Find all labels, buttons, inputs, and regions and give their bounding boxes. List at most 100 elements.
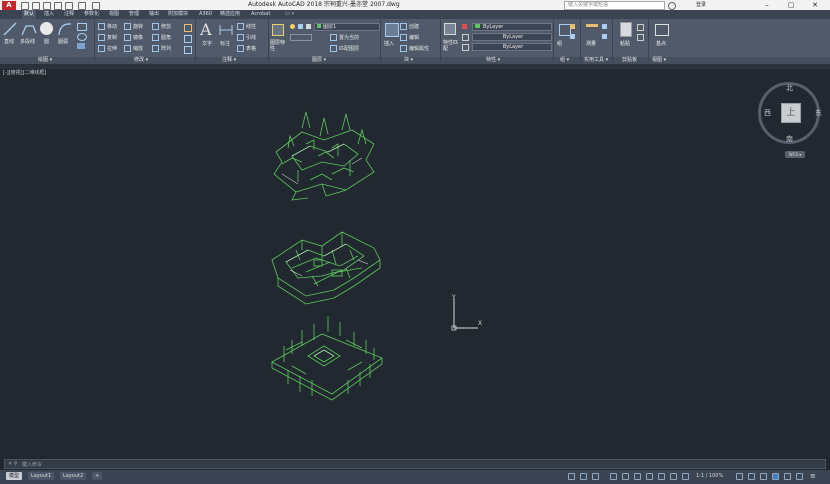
tab-insert[interactable]: 插入 (42, 10, 56, 19)
undo-icon[interactable] (78, 2, 86, 10)
cut-icon[interactable] (637, 24, 644, 31)
edit-attributes-button[interactable]: 编辑属性 (400, 45, 429, 52)
mirror-button[interactable]: 镜像 (124, 34, 143, 41)
insert-block-icon[interactable] (385, 23, 399, 37)
hatch-icon[interactable] (77, 43, 85, 49)
panel-label-view[interactable]: 视图 ▾ (652, 57, 666, 64)
isodraft-icon[interactable] (634, 473, 641, 480)
minimize-button[interactable]: – (758, 0, 776, 10)
color-dropdown[interactable]: ByLayer (472, 23, 552, 31)
rotate-button[interactable]: 旋转 (124, 23, 143, 30)
copy-clip-icon[interactable] (637, 34, 644, 41)
drawing-canvas[interactable] (262, 100, 392, 410)
linetype-dropdown[interactable]: ByLayer (472, 33, 552, 41)
object-snap-icon[interactable] (658, 473, 665, 480)
layer-freeze-icon[interactable] (298, 24, 303, 29)
lineweight-toggle-icon[interactable] (670, 473, 677, 480)
print-icon[interactable] (65, 2, 73, 10)
ellipse-icon[interactable] (77, 33, 87, 41)
edit-block-button[interactable]: 编辑 (400, 34, 419, 41)
search-input[interactable]: 键入关键字或短语 (564, 1, 665, 10)
viewport-controls[interactable]: [-][俯视][二维线框] (3, 69, 47, 76)
viewcube-west[interactable]: 西 (764, 108, 771, 118)
layout-tab-layout1[interactable]: Layout1 (28, 472, 55, 480)
panel-label-groups[interactable]: 组 ▾ (560, 57, 569, 64)
quick-select-icon[interactable] (602, 24, 607, 29)
match-layer-button[interactable]: 匹配图层 (330, 45, 359, 52)
panel-label-properties[interactable]: 特性 ▾ (486, 57, 500, 64)
annotation-visibility-icon[interactable] (682, 473, 689, 480)
hardware-acceleration-icon[interactable] (772, 473, 779, 480)
viewcube-north[interactable]: 北 (786, 83, 793, 93)
polar-tracking-icon[interactable] (622, 473, 629, 480)
copy-button[interactable]: 复制 (98, 34, 117, 41)
snap-mode-icon[interactable] (592, 473, 599, 480)
tab-annotate[interactable]: 注释 (62, 10, 76, 19)
tab-default[interactable]: 默认 (22, 10, 37, 19)
create-block-button[interactable]: 创建 (400, 23, 419, 30)
units-icon[interactable] (760, 473, 767, 480)
panel-label-layers[interactable]: 图层 ▾ (312, 57, 326, 64)
rectangle-icon[interactable] (77, 23, 87, 31)
layer-on-icon[interactable] (290, 24, 295, 29)
save-as-icon[interactable] (54, 2, 62, 10)
maximize-button[interactable]: ▢ (782, 0, 800, 10)
viewcube-east[interactable]: 东 (815, 108, 822, 118)
measure-icon[interactable] (586, 24, 598, 27)
layout-tab-model[interactable]: 模型 (6, 472, 23, 480)
trim-button[interactable]: 修剪 (152, 23, 171, 30)
linear-button[interactable]: 线性 (237, 23, 256, 30)
group-edit-icon[interactable] (570, 34, 575, 39)
tab-acrobat[interactable]: Acrobat (249, 10, 272, 19)
isolate-objects-icon[interactable] (784, 473, 791, 480)
layout-tab-layout2[interactable]: Layout2 (60, 472, 87, 480)
match-properties-icon[interactable] (444, 23, 456, 35)
wcs-menu-button[interactable]: WCS ▾ (785, 151, 805, 158)
panel-label-modify[interactable]: 修改 ▾ (134, 57, 148, 64)
make-current-button[interactable]: 置为当前 (330, 34, 359, 41)
lineweight-dropdown[interactable]: ByLayer (472, 43, 552, 51)
panel-label-utilities[interactable]: 实用工具 ▾ (584, 57, 608, 64)
tab-parametric[interactable]: 参数化 (82, 10, 101, 19)
offset-icon[interactable] (184, 46, 192, 54)
save-icon[interactable] (43, 2, 51, 10)
layer-tools-icon[interactable] (290, 34, 312, 41)
redo-icon[interactable] (92, 2, 100, 10)
command-line[interactable] (4, 459, 826, 469)
tab-view[interactable]: 视图 (107, 10, 121, 19)
command-input[interactable]: 键入命令 (22, 461, 42, 468)
scale-button[interactable]: 缩放 (124, 45, 143, 52)
stretch-button[interactable]: 拉伸 (98, 45, 117, 52)
close-button[interactable]: ✕ (806, 0, 824, 10)
circle-icon[interactable] (40, 22, 53, 35)
open-file-icon[interactable] (32, 2, 40, 10)
viewcube-south[interactable]: 南 (786, 134, 793, 144)
polyline-icon[interactable] (21, 22, 37, 36)
arc-icon[interactable] (58, 22, 72, 36)
tab-more[interactable]: ▭ • (283, 10, 296, 19)
model-space-icon[interactable] (568, 473, 575, 480)
explode-icon[interactable] (184, 35, 192, 43)
layer-lock-icon[interactable] (306, 24, 311, 29)
grid-icon[interactable] (580, 473, 587, 480)
workspace-switch-icon[interactable] (736, 473, 743, 480)
annotation-scale[interactable]: 1:1 / 100% (696, 473, 723, 480)
panel-label-annotation[interactable]: 注释 ▾ (222, 57, 236, 64)
clean-screen-icon[interactable] (796, 473, 803, 480)
array-button[interactable]: 阵列 (152, 45, 171, 52)
erase-icon[interactable] (184, 24, 192, 32)
tab-output[interactable]: 输出 (147, 10, 161, 19)
table-button[interactable]: 表格 (237, 45, 256, 52)
text-icon[interactable]: A (200, 20, 212, 39)
sign-in-button[interactable]: 登录 (696, 1, 706, 9)
paste-icon[interactable] (620, 22, 632, 37)
ortho-icon[interactable] (610, 473, 617, 480)
tab-featured-apps[interactable]: 精选应用 (218, 10, 242, 19)
fillet-button[interactable]: 圆角 (152, 34, 171, 41)
move-button[interactable]: 移动 (98, 23, 117, 30)
annotation-monitor-icon[interactable] (748, 473, 755, 480)
layer-properties-icon[interactable] (272, 24, 284, 36)
panel-label-clipboard[interactable]: 剪贴板 (622, 57, 637, 64)
base-view-icon[interactable] (655, 24, 669, 36)
tab-addins[interactable]: 附加模块 (166, 10, 190, 19)
